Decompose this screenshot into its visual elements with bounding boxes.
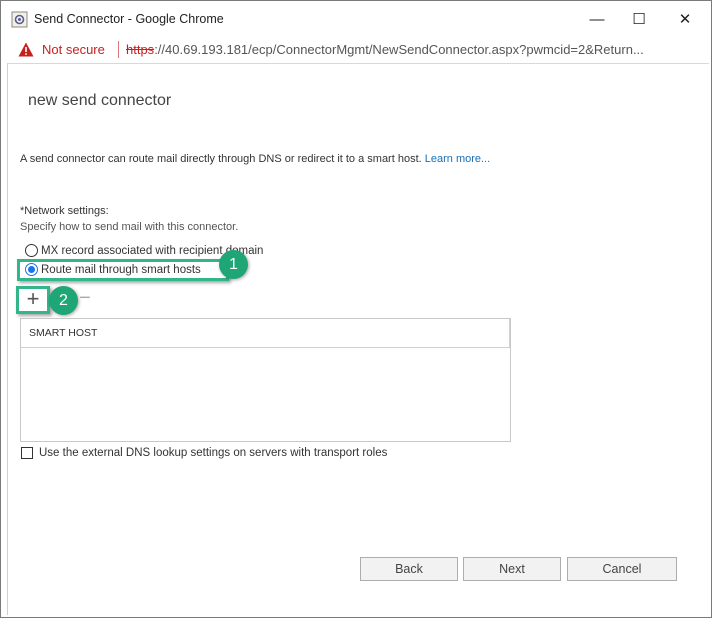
- not-secure-label[interactable]: Not secure: [42, 42, 105, 57]
- url-scheme: https: [126, 42, 155, 57]
- smart-host-column-header[interactable]: SMART HOST: [21, 319, 510, 348]
- intro-text: A send connector can route mail directly…: [20, 151, 510, 167]
- external-dns-option[interactable]: Use the external DNS lookup settings on …: [21, 447, 387, 459]
- url-text[interactable]: https://40.69.193.181/ecp/ConnectorMgmt/…: [126, 42, 696, 57]
- title-bar: Send Connector - Google Chrome — ☐ ✕: [1, 1, 711, 37]
- maximize-button[interactable]: ☐: [619, 7, 659, 31]
- annotation-badge-2: 2: [49, 286, 78, 315]
- exchange-app-icon: [11, 11, 28, 28]
- external-dns-checkbox[interactable]: [21, 447, 33, 459]
- close-button[interactable]: ✕: [665, 7, 705, 31]
- external-dns-label: Use the external DNS lookup settings on …: [39, 447, 388, 459]
- annotation-badge-1: 1: [219, 250, 248, 279]
- page-title: new send connector: [28, 92, 172, 109]
- browser-window: Send Connector - Google Chrome — ☐ ✕ Not…: [0, 0, 712, 618]
- warning-icon[interactable]: [18, 42, 34, 57]
- intro-body: A send connector can route mail directly…: [20, 153, 422, 165]
- smart-host-option[interactable]: Route mail through smart hosts: [25, 263, 201, 276]
- remove-smart-host-button[interactable]: −: [78, 288, 92, 308]
- network-settings-label: *Network settings:: [20, 205, 109, 217]
- mx-record-radio[interactable]: [25, 244, 38, 257]
- smart-host-table[interactable]: SMART HOST: [20, 318, 511, 442]
- cancel-button[interactable]: Cancel: [567, 557, 677, 581]
- url-path: ://40.69.193.181/ecp/ConnectorMgmt/NewSe…: [154, 42, 644, 57]
- smart-host-radio[interactable]: [25, 263, 38, 276]
- header-divider: [509, 319, 510, 348]
- address-separator: [118, 41, 119, 58]
- learn-more-link[interactable]: Learn more...: [425, 153, 490, 165]
- back-button[interactable]: Back: [360, 557, 458, 581]
- address-bar[interactable]: Not secure https://40.69.193.181/ecp/Con…: [1, 37, 711, 63]
- add-smart-host-button[interactable]: +: [22, 288, 44, 310]
- network-settings-description: Specify how to send mail with this conne…: [20, 221, 239, 233]
- smart-host-label: Route mail through smart hosts: [41, 263, 201, 276]
- dialog-content: new send connector A send connector can …: [7, 63, 709, 615]
- next-button[interactable]: Next: [463, 557, 561, 581]
- window-title: Send Connector - Google Chrome: [34, 12, 224, 26]
- minimize-button[interactable]: —: [577, 7, 617, 31]
